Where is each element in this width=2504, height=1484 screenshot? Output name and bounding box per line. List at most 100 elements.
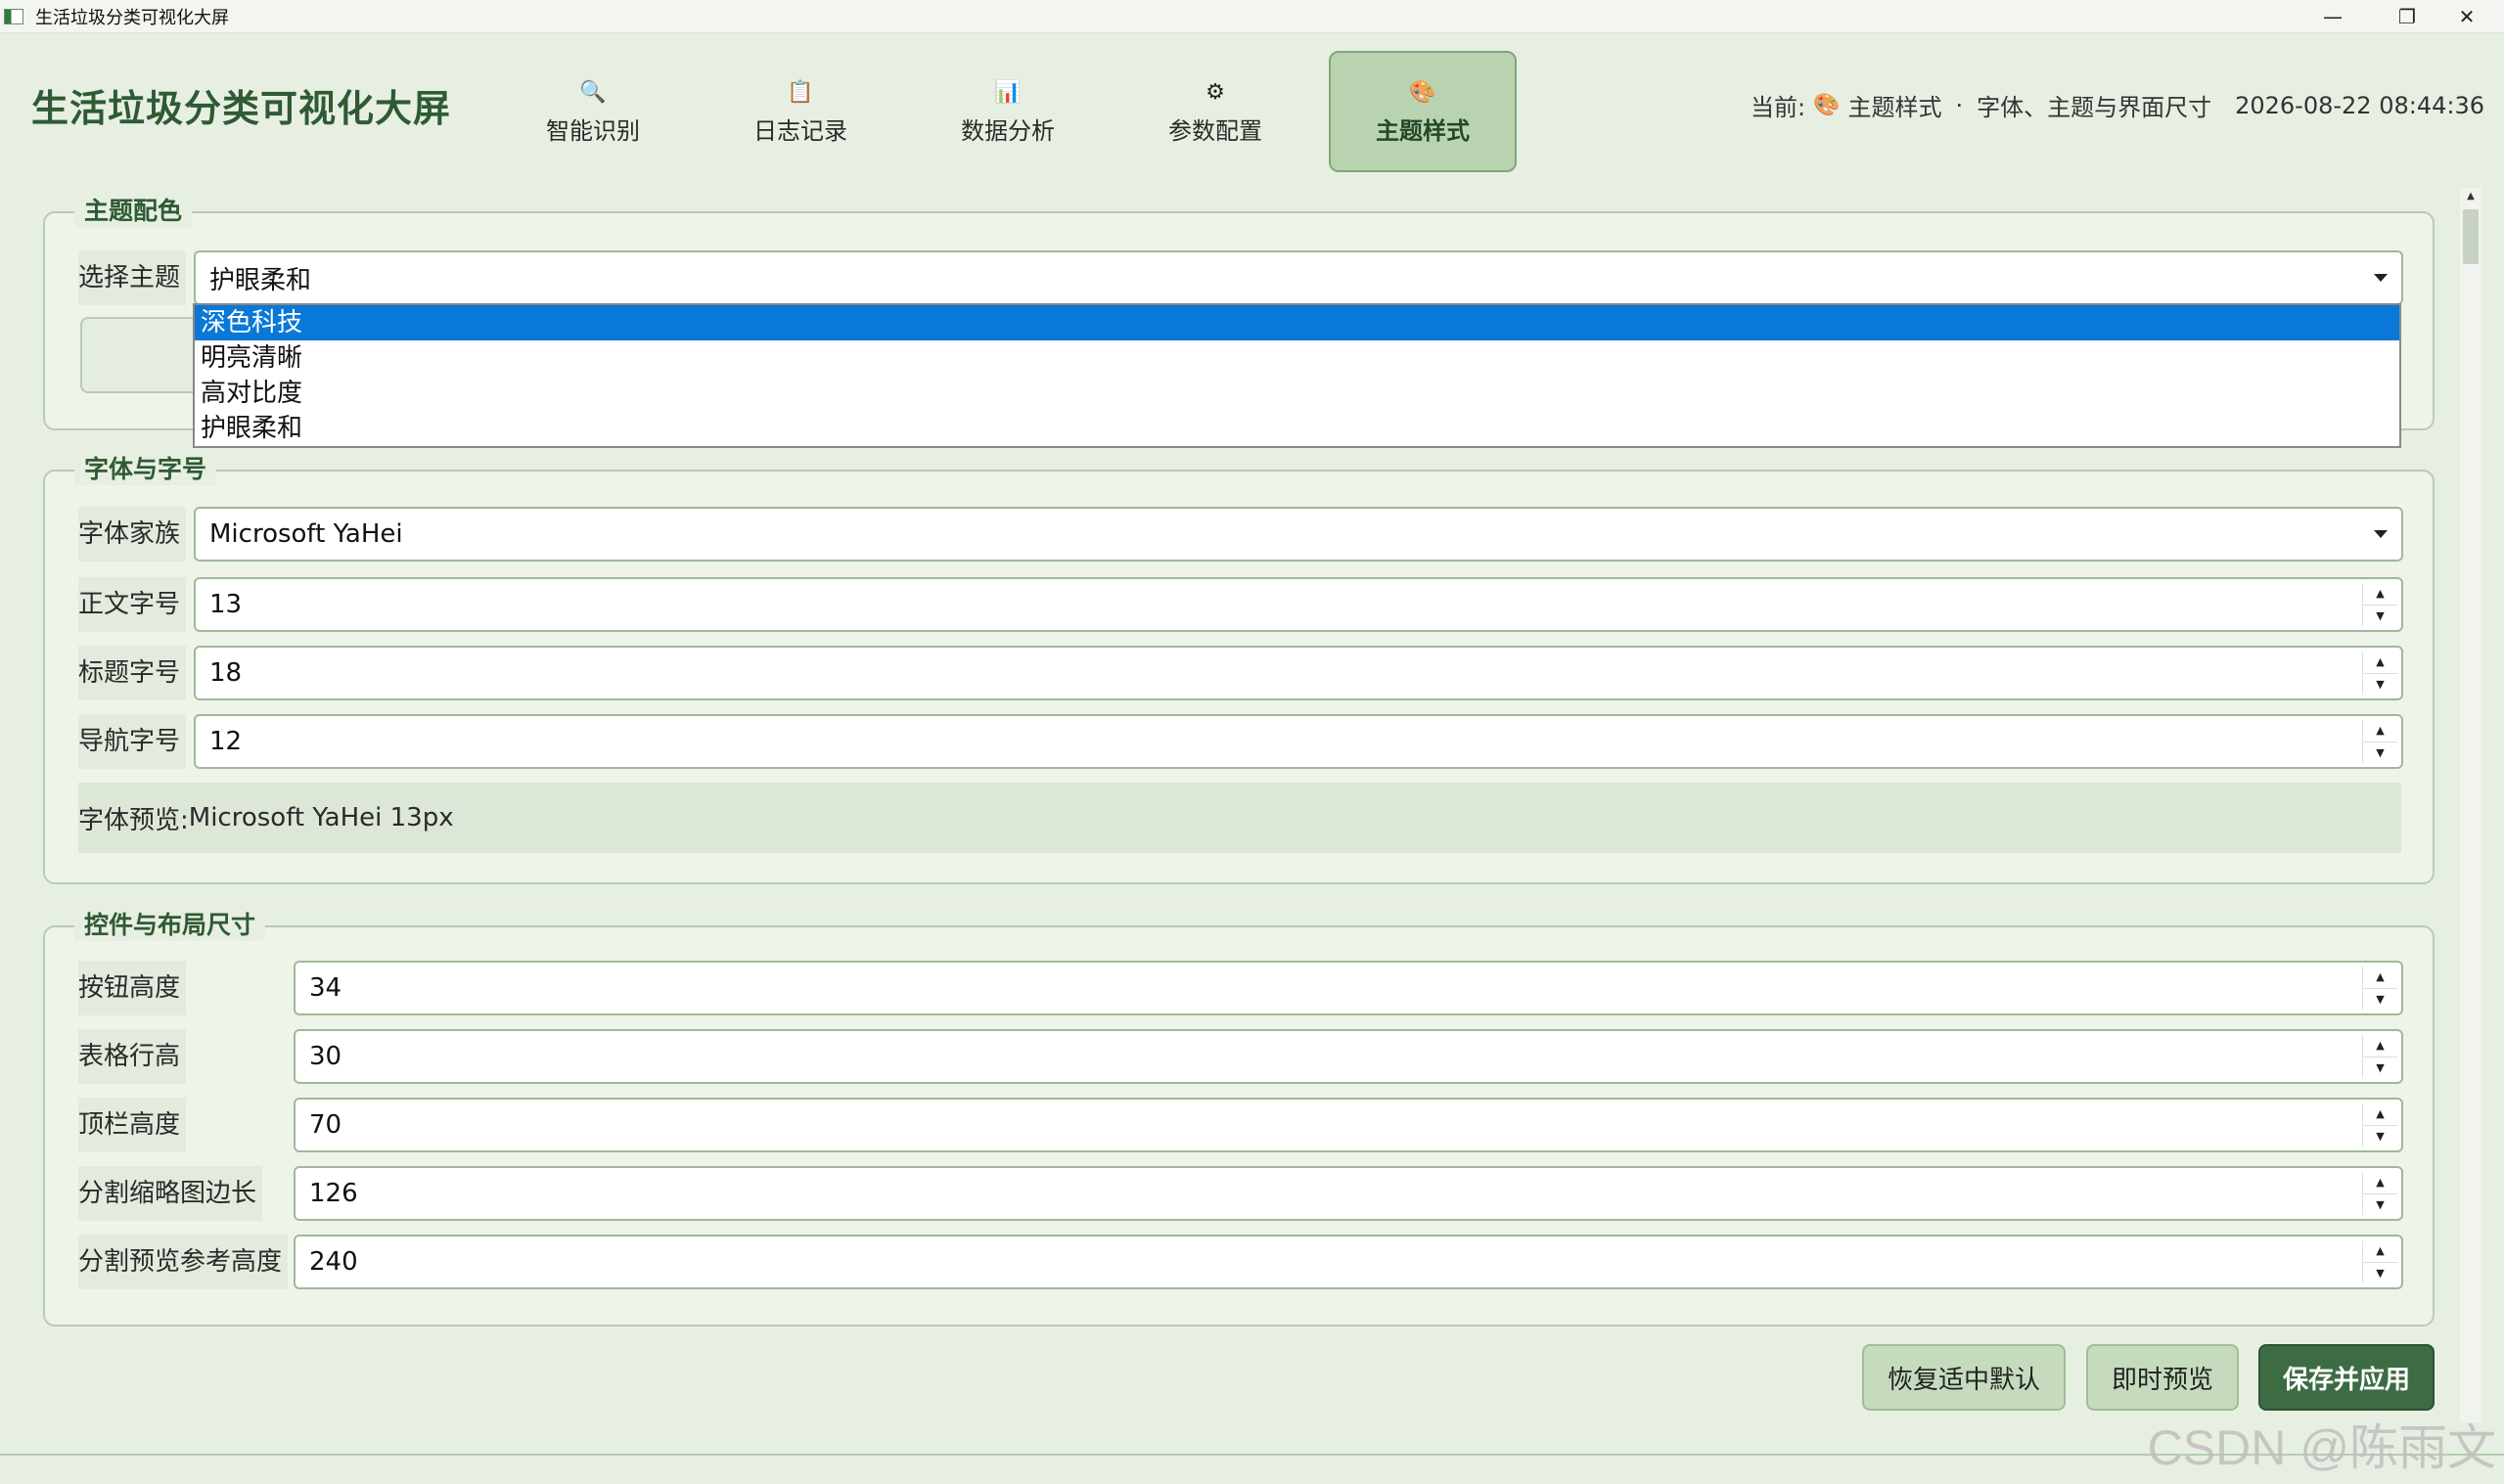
- spin-down-icon[interactable]: ▼: [2363, 674, 2397, 696]
- dropdown-option[interactable]: 明亮清晰: [195, 340, 2399, 376]
- palette-icon: 🎨: [1409, 79, 1436, 105]
- preview-height-label: 分割预览参考高度: [78, 1235, 289, 1289]
- title-size-stepper[interactable]: 18 ▲ ▼: [194, 646, 2403, 700]
- font-family-select[interactable]: Microsoft YaHei: [194, 507, 2403, 562]
- tab-smart-recognition[interactable]: 🔍 智能识别: [499, 51, 687, 172]
- topbar-height-label: 顶栏高度: [78, 1098, 187, 1152]
- body-size-stepper[interactable]: 13 ▲ ▼: [194, 577, 2403, 632]
- spin-down-icon[interactable]: ▼: [2363, 1263, 2397, 1284]
- spin-buttons: ▲ ▼: [2362, 1240, 2397, 1283]
- divider: [0, 1454, 2504, 1456]
- layout-group: 控件与布局尺寸 按钮高度 34 ▲ ▼ 表格行高 30 ▲ ▼ 顶栏高度 70 …: [43, 906, 2435, 1327]
- spin-up-icon[interactable]: ▲: [2363, 652, 2397, 674]
- search-icon: 🔍: [579, 79, 607, 105]
- dropdown-option[interactable]: 护眼柔和: [195, 411, 2399, 446]
- thumbnail-size-label: 分割缩略图边长: [78, 1166, 263, 1221]
- scroll-up-icon[interactable]: ▲: [2460, 188, 2481, 205]
- body-size-row: 正文字号: [78, 577, 187, 632]
- watermark: CSDN @陈雨文: [2147, 1420, 2496, 1475]
- button-height-value: 34: [309, 973, 342, 1003]
- theme-select[interactable]: 护眼柔和: [194, 250, 2403, 305]
- spin-up-icon[interactable]: ▲: [2363, 1035, 2397, 1057]
- minimize-button[interactable]: —: [2296, 0, 2370, 33]
- spin-down-icon[interactable]: ▼: [2363, 1057, 2397, 1079]
- status-page: 主题样式: [1847, 94, 1942, 121]
- tab-parameter-config[interactable]: ⚙ 参数配置: [1121, 51, 1309, 172]
- thumbnail-size-stepper[interactable]: 126 ▲ ▼: [294, 1166, 2403, 1221]
- font-group: 字体与字号 字体家族 Microsoft YaHei 正文字号 13 ▲ ▼ 标…: [43, 450, 2435, 884]
- nav-size-value: 12: [209, 727, 243, 756]
- group-title: 字体与字号: [74, 450, 217, 485]
- spin-down-icon[interactable]: ▼: [2363, 742, 2397, 764]
- tab-theme-style[interactable]: 🎨 主题样式: [1329, 51, 1517, 172]
- layout-row: 顶栏高度: [78, 1098, 187, 1152]
- instant-preview-button[interactable]: 即时预览: [2086, 1344, 2239, 1411]
- tab-data-analysis[interactable]: 📊 数据分析: [914, 51, 1102, 172]
- spin-down-icon[interactable]: ▼: [2363, 989, 2397, 1011]
- font-family-value: Microsoft YaHei: [209, 519, 403, 549]
- spin-buttons: ▲ ▼: [2362, 967, 2397, 1010]
- status-bar: 当前: 🎨 主题样式 · 字体、主题与界面尺寸 2026-08-22 08:44…: [1751, 88, 2484, 122]
- spin-up-icon[interactable]: ▲: [2363, 1103, 2397, 1126]
- table-row-height-stepper[interactable]: 30 ▲ ▼: [294, 1029, 2403, 1084]
- spin-down-icon[interactable]: ▼: [2363, 606, 2397, 627]
- font-preview-label: 字体预览:: [78, 805, 189, 835]
- vertical-scrollbar[interactable]: ▲: [2460, 188, 2481, 1422]
- spin-up-icon[interactable]: ▲: [2363, 967, 2397, 989]
- bar-chart-icon: 📊: [994, 79, 1022, 105]
- tab-label: 参数配置: [1168, 116, 1262, 145]
- dropdown-option[interactable]: 高对比度: [195, 376, 2399, 411]
- topbar-height-stepper[interactable]: 70 ▲ ▼: [294, 1098, 2403, 1152]
- spin-down-icon[interactable]: ▼: [2363, 1126, 2397, 1147]
- layout-row: 分割预览参考高度: [78, 1235, 289, 1289]
- status-prefix: 当前:: [1750, 94, 1806, 121]
- nav-size-stepper[interactable]: 12 ▲ ▼: [194, 714, 2403, 769]
- font-preview-text: Microsoft YaHei 13px: [188, 803, 454, 832]
- table-row-height-value: 30: [309, 1042, 342, 1071]
- preview-height-stepper[interactable]: 240 ▲ ▼: [294, 1235, 2403, 1289]
- spin-up-icon[interactable]: ▲: [2363, 720, 2397, 742]
- nav-size-row: 导航字号: [78, 714, 187, 769]
- title-size-row: 标题字号: [78, 646, 187, 700]
- tab-log-records[interactable]: 📋 日志记录: [706, 51, 894, 172]
- status-desc: 字体、主题与界面尺寸: [1977, 94, 2212, 121]
- app-title: 生活垃圾分类可视化大屏: [31, 87, 452, 130]
- theme-dropdown-list: 深色科技 明亮清晰 高对比度 护眼柔和: [193, 303, 2401, 448]
- spin-buttons: ▲ ▼: [2362, 720, 2397, 763]
- layout-row: 表格行高: [78, 1029, 187, 1084]
- font-preview: 字体预览: Microsoft YaHei 13px: [78, 783, 2401, 853]
- button-height-stepper[interactable]: 34 ▲ ▼: [294, 961, 2403, 1015]
- tab-label: 日志记录: [753, 116, 847, 145]
- window-titlebar: 生活垃圾分类可视化大屏 — ❐ ✕: [0, 0, 2504, 33]
- topbar-height-value: 70: [309, 1110, 342, 1140]
- font-family-row: 字体家族: [78, 507, 187, 562]
- clipboard-icon: 📋: [787, 79, 814, 105]
- nav-size-label: 导航字号: [78, 714, 187, 769]
- chevron-down-icon: [2374, 274, 2388, 282]
- save-apply-button[interactable]: 保存并应用: [2258, 1344, 2435, 1411]
- chevron-down-icon: [2374, 530, 2388, 538]
- app-icon: [4, 8, 23, 24]
- spin-up-icon[interactable]: ▲: [2363, 1172, 2397, 1194]
- spin-up-icon[interactable]: ▲: [2363, 1240, 2397, 1263]
- body-size-value: 13: [209, 590, 243, 619]
- status-separator: ·: [1955, 91, 1964, 119]
- spin-down-icon[interactable]: ▼: [2363, 1194, 2397, 1216]
- spin-up-icon[interactable]: ▲: [2363, 583, 2397, 606]
- header: 生活垃圾分类可视化大屏 🔍 智能识别 📋 日志记录 📊 数据分析 ⚙ 参数配置 …: [0, 33, 2504, 176]
- window-title: 生活垃圾分类可视化大屏: [35, 7, 229, 28]
- button-height-label: 按钮高度: [78, 961, 187, 1015]
- close-button[interactable]: ✕: [2430, 0, 2504, 33]
- dropdown-option[interactable]: 深色科技: [195, 305, 2399, 340]
- theme-select-label: 选择主题: [78, 250, 187, 305]
- status-datetime: 2026-08-22 08:44:36: [2235, 91, 2484, 119]
- reset-defaults-button[interactable]: 恢复适中默认: [1862, 1344, 2066, 1411]
- scrollbar-thumb[interactable]: [2463, 209, 2479, 264]
- layout-row: 按钮高度: [78, 961, 187, 1015]
- title-size-label: 标题字号: [78, 646, 187, 700]
- title-size-value: 18: [209, 658, 243, 688]
- group-title: 主题配色: [74, 192, 193, 227]
- tab-label: 数据分析: [961, 116, 1055, 145]
- gear-icon: ⚙: [1206, 79, 1225, 105]
- spin-buttons: ▲ ▼: [2362, 1172, 2397, 1215]
